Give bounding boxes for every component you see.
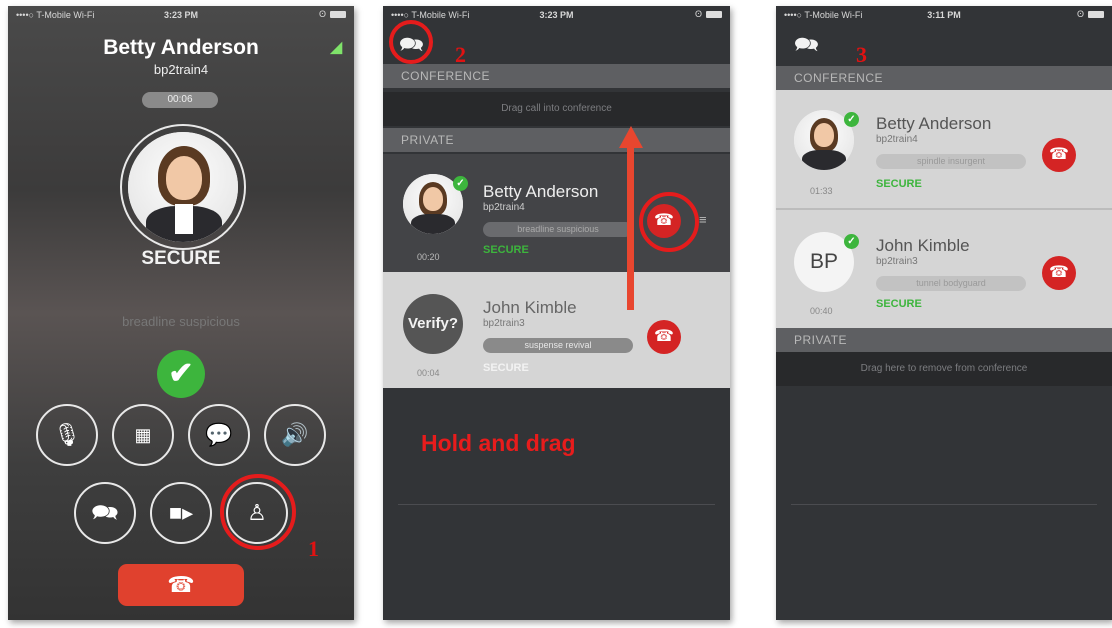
- conference-row-betty[interactable]: ✓ Betty Anderson bp2train4 spindle insur…: [776, 90, 1112, 208]
- video-icon: ■▸: [168, 500, 194, 525]
- secure-status: SECURE: [483, 244, 529, 256]
- conference-row-john[interactable]: BP ✓ John Kimble bp2train3 tunnel bodygu…: [776, 210, 1112, 328]
- caller-name: Betty Anderson: [103, 36, 259, 59]
- verify-avatar: Verify?: [403, 294, 463, 354]
- private-drop-zone[interactable]: Drag here to remove from conference: [776, 352, 1112, 386]
- private-section-header: PRIVATE: [776, 328, 1112, 352]
- secure-status: SECURE: [141, 248, 221, 269]
- highlight-circle-1: [220, 474, 296, 550]
- hang-up-button[interactable]: ☎: [1042, 138, 1076, 172]
- status-icons: ʘ: [695, 9, 722, 19]
- online-check-icon: ✓: [844, 234, 859, 249]
- hang-up-icon: ☎: [1049, 264, 1069, 281]
- conference-result-screen: ••••○ T-Mobile Wi-Fi 3:11 PM ʘ 🗪 3 CONFE…: [776, 6, 1112, 620]
- signal-quality-icon: ◢: [330, 39, 342, 56]
- bluetooth-icon: ʘ: [1076, 9, 1084, 19]
- caller-username: bp2train4: [153, 62, 209, 77]
- speaker-icon: 🔊: [281, 422, 309, 447]
- conversations-button[interactable]: 🗪: [74, 482, 136, 544]
- hang-up-icon: ☎: [1049, 146, 1069, 163]
- contact-name: Betty Anderson: [876, 114, 992, 133]
- contact-username: bp2train3: [876, 256, 918, 267]
- carrier-label: ••••○ T-Mobile Wi-Fi: [784, 10, 863, 20]
- divider: [791, 504, 1097, 505]
- clock-label: 3:11 PM: [927, 10, 961, 20]
- status-icons: ʘ: [319, 9, 346, 19]
- call-duration: 00:20: [417, 252, 440, 262]
- conference-section-header: CONFERENCE: [776, 66, 1112, 90]
- clock-label: 3:23 PM: [163, 10, 199, 20]
- chat-button[interactable]: 💬: [188, 404, 250, 466]
- highlight-circle-2: [389, 20, 433, 64]
- drag-arrow-head: [619, 126, 643, 148]
- call-duration: 00:40: [810, 306, 833, 316]
- contact-name: John Kimble: [483, 298, 577, 317]
- conversations-icon[interactable]: 🗪: [794, 30, 819, 64]
- call-duration: 01:33: [810, 186, 833, 196]
- contact-username: bp2train4: [483, 202, 525, 213]
- step-number-3: 3: [856, 42, 867, 67]
- secure-status: SECURE: [876, 178, 922, 190]
- status-bar: ••••○ T-Mobile Wi-Fi 3:11 PM ʘ: [776, 6, 1112, 26]
- video-button[interactable]: ■▸: [150, 482, 212, 544]
- mic-off-icon: 🎙: [53, 422, 81, 447]
- private-section-header: PRIVATE: [383, 128, 730, 152]
- hang-up-button[interactable]: ☎: [647, 320, 681, 354]
- verify-words: breadline suspicious: [122, 314, 240, 329]
- verify-words: spindle insurgent: [876, 154, 1026, 169]
- online-check-icon: ✓: [844, 112, 859, 127]
- contact-username: bp2train3: [483, 318, 525, 329]
- contact-name: Betty Anderson: [483, 182, 599, 201]
- chat-icon: 💬: [205, 422, 233, 447]
- verify-words: tunnel bodyguard: [876, 276, 1026, 291]
- speaker-button[interactable]: 🔊: [264, 404, 326, 466]
- keypad-icon: ▦: [134, 425, 152, 445]
- conference-drop-zone[interactable]: Drag call into conference: [383, 92, 730, 126]
- verified-check-button[interactable]: ✔: [157, 350, 205, 398]
- hang-up-button[interactable]: ☎: [1042, 256, 1076, 290]
- verify-words: suspense revival: [483, 338, 633, 353]
- end-call-button[interactable]: ☎: [118, 564, 244, 606]
- call-row-john[interactable]: Verify? John Kimble bp2train3 suspense r…: [383, 272, 730, 388]
- contact-name: John Kimble: [876, 236, 970, 255]
- call-timer: 00:06: [142, 92, 218, 108]
- mute-button[interactable]: 🎙: [36, 404, 98, 466]
- conversations-icon: 🗪: [91, 500, 119, 525]
- clock-label: 3:23 PM: [539, 10, 574, 20]
- drag-handle-icon[interactable]: ≡: [699, 212, 707, 227]
- hang-up-icon: ☎: [654, 328, 674, 345]
- step-number-1: 1: [308, 536, 319, 561]
- bluetooth-icon: ʘ: [318, 9, 326, 19]
- highlight-circle-hangup: [639, 192, 699, 252]
- conference-screen: ••••○ T-Mobile Wi-Fi 3:23 PM ʘ 🗪 2 CONFE…: [383, 6, 730, 620]
- secure-status: SECURE: [876, 298, 922, 310]
- battery-icon: [706, 10, 722, 18]
- status-icons: ʘ: [1077, 9, 1104, 19]
- instruction-text: Hold and drag: [421, 430, 576, 456]
- secure-status: SECURE: [483, 362, 529, 374]
- drag-arrow-shaft: [627, 146, 634, 310]
- carrier-label: ••••○ T-Mobile Wi-Fi: [16, 10, 95, 20]
- keypad-button[interactable]: ▦: [112, 404, 174, 466]
- status-bar: ••••○ T-Mobile Wi-Fi 3:23 PM ʘ: [8, 6, 354, 26]
- online-check-icon: ✓: [453, 176, 468, 191]
- divider: [398, 504, 715, 505]
- hang-up-icon: ☎: [167, 572, 195, 597]
- status-bar: ••••○ T-Mobile Wi-Fi 3:23 PM ʘ: [383, 6, 730, 26]
- contact-username: bp2train4: [876, 134, 918, 145]
- call-screen: ••••○ T-Mobile Wi-Fi 3:23 PM ʘ Betty And…: [8, 6, 354, 620]
- verify-words: breadline suspicious: [483, 222, 633, 237]
- call-duration: 00:04: [417, 368, 440, 378]
- carrier-label: ••••○ T-Mobile Wi-Fi: [391, 10, 470, 20]
- battery-icon: [330, 10, 346, 18]
- caller-avatar: [128, 132, 238, 242]
- battery-icon: [1088, 10, 1104, 18]
- bluetooth-icon: ʘ: [694, 9, 702, 19]
- conference-section-header: CONFERENCE: [383, 64, 730, 88]
